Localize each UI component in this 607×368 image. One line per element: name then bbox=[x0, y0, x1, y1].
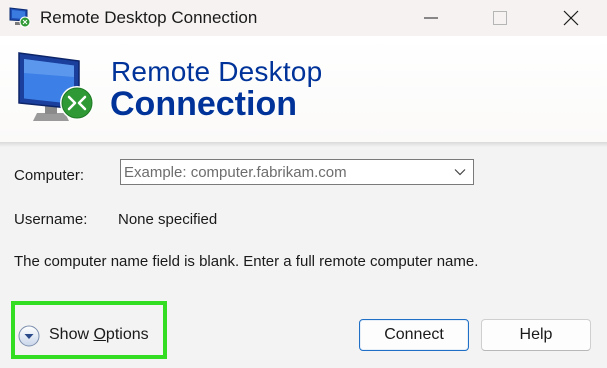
banner-title-line2: Connection bbox=[110, 85, 297, 123]
maximize-icon bbox=[493, 11, 507, 25]
close-icon bbox=[563, 10, 579, 26]
username-label: Username: bbox=[14, 211, 88, 228]
close-button[interactable] bbox=[548, 0, 594, 36]
help-button[interactable]: Help bbox=[481, 319, 591, 351]
remote-desktop-icon bbox=[9, 7, 31, 28]
remote-desktop-logo bbox=[18, 52, 94, 121]
banner-title-line1: Remote Desktop bbox=[111, 56, 323, 87]
show-options-label: Show Options bbox=[49, 326, 149, 343]
title-bar[interactable]: Remote Desktop Connection bbox=[0, 0, 607, 36]
chevron-down-circle-icon bbox=[18, 325, 40, 347]
chevron-down-icon bbox=[454, 169, 466, 176]
minimize-button[interactable] bbox=[408, 0, 454, 36]
minimize-icon bbox=[424, 17, 438, 19]
show-options-accelerator: O bbox=[93, 326, 106, 343]
status-message: The computer name field is blank. Enter … bbox=[14, 253, 479, 270]
computer-input[interactable] bbox=[121, 160, 450, 184]
remote-desktop-window: Remote Desktop Connection Remote Desktop… bbox=[0, 0, 607, 368]
maximize-button[interactable] bbox=[477, 0, 523, 36]
connect-button[interactable]: Connect bbox=[359, 319, 469, 351]
computer-dropdown-button[interactable] bbox=[447, 160, 473, 184]
username-value: None specified bbox=[118, 211, 218, 228]
computer-combobox[interactable] bbox=[120, 159, 474, 185]
banner: Remote Desktop Connection bbox=[0, 36, 607, 142]
window-title: Remote Desktop Connection bbox=[40, 8, 258, 27]
banner-divider bbox=[0, 142, 607, 147]
computer-label: Computer: bbox=[14, 167, 85, 184]
